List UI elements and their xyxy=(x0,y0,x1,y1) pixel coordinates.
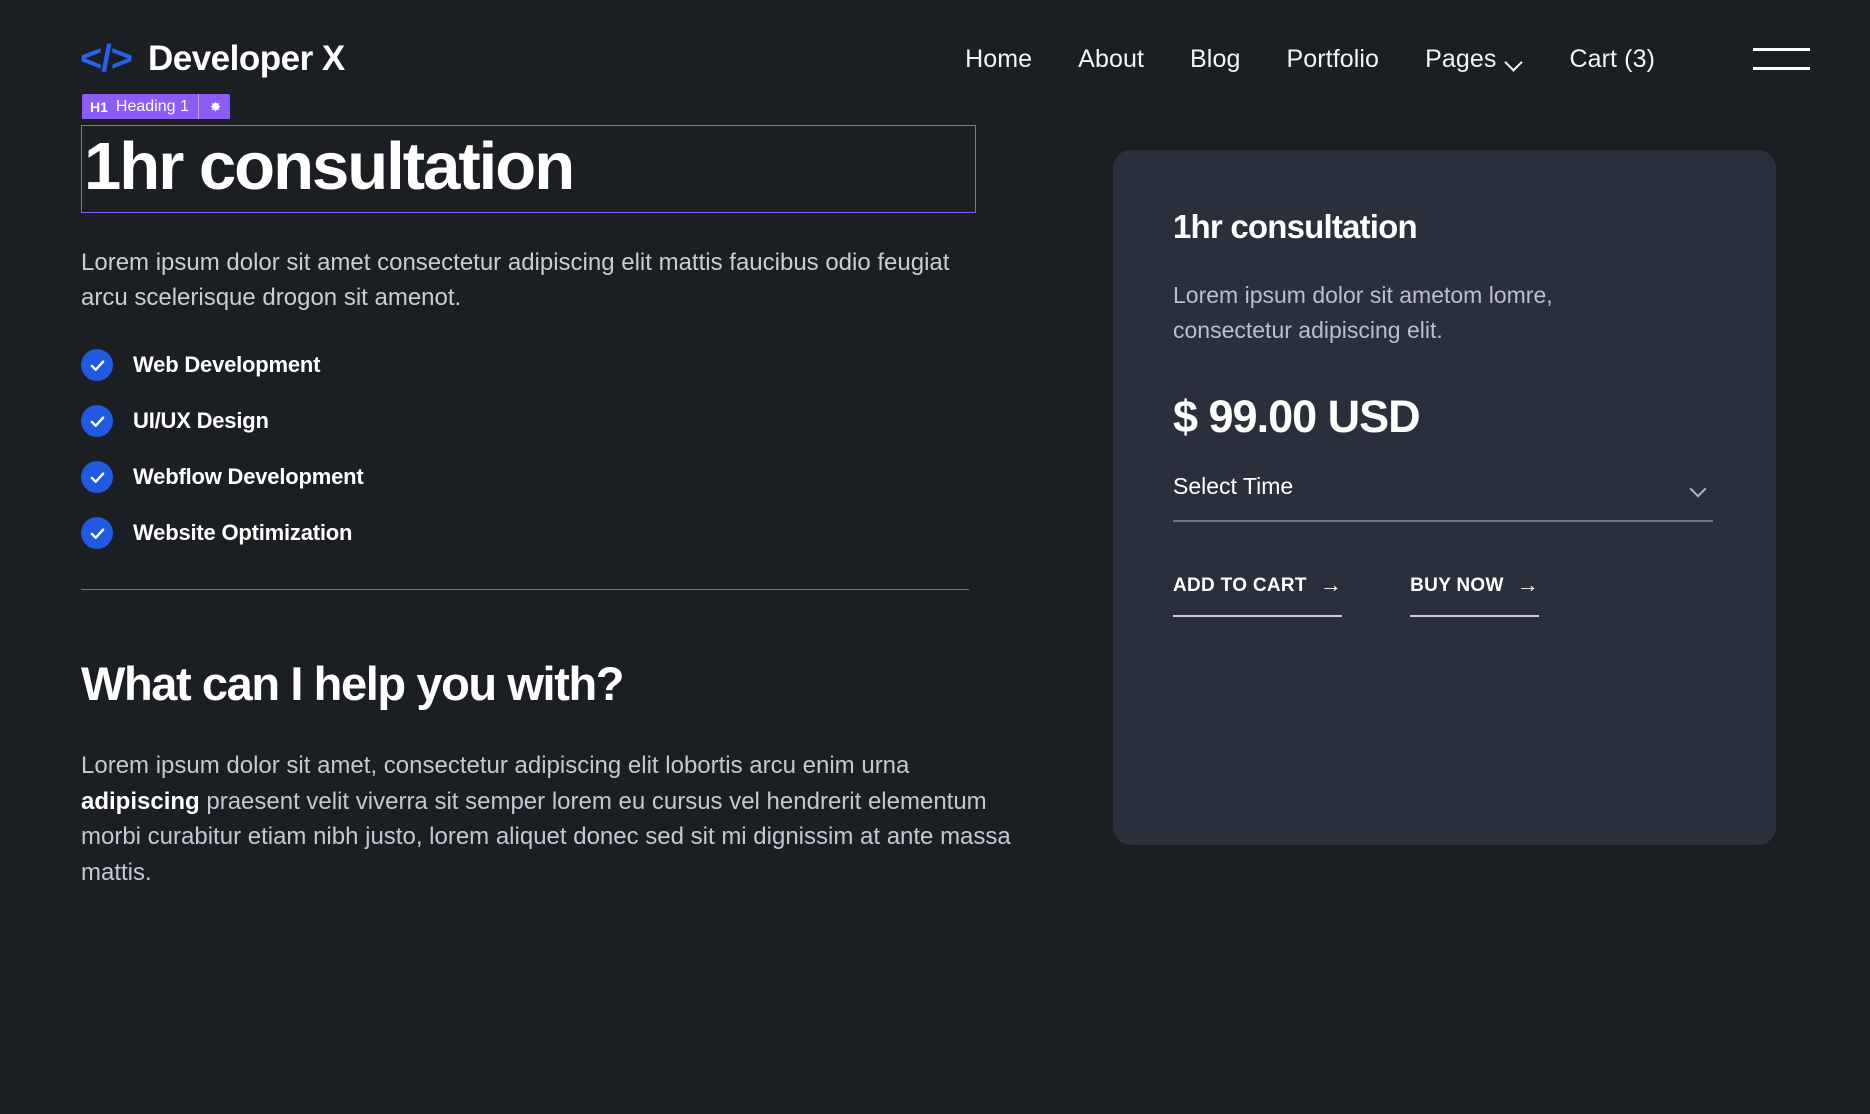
feature-label: Web Development xyxy=(133,352,321,378)
nav-item-about[interactable]: About xyxy=(1078,45,1144,74)
gear-icon[interactable] xyxy=(199,99,230,114)
card-price: $ 99.00 USD xyxy=(1173,391,1421,442)
hero-lead-paragraph: Lorem ipsum dolor sit amet consectetur a… xyxy=(81,249,950,312)
nav-item-portfolio[interactable]: Portfolio xyxy=(1286,45,1379,74)
feature-label: UI/UX Design xyxy=(133,408,269,434)
editor-badge-tag: H1 xyxy=(90,98,108,115)
editor-element-badge[interactable]: H1 Heading 1 xyxy=(82,94,230,119)
feature-label: Website Optimization xyxy=(133,520,353,546)
hero-left-column: H1 Heading 1 1hr consultation Lorem ipsu… xyxy=(81,94,1011,890)
list-item: Webflow Development xyxy=(81,461,976,494)
add-to-cart-button[interactable]: ADD TO CART → xyxy=(1173,572,1343,617)
arrow-right-icon: → xyxy=(1319,572,1343,597)
add-to-cart-label: ADD TO CART xyxy=(1173,575,1307,596)
body-text-bold: adipiscing xyxy=(81,787,200,815)
check-circle-icon xyxy=(81,517,113,550)
body-text-part-1: Lorem ipsum dolor sit amet, consectetur … xyxy=(81,752,910,780)
nav-links: Home About Blog Portfolio Pages Cart (3) xyxy=(965,44,1810,74)
list-item: Website Optimization xyxy=(81,517,976,550)
hamburger-line-2 xyxy=(1753,67,1810,70)
card-actions: ADD TO CART → BUY NOW → xyxy=(1173,572,1716,617)
check-circle-icon xyxy=(81,461,113,494)
nav-item-blog[interactable]: Blog xyxy=(1190,45,1240,74)
nav-item-cart[interactable]: Cart (3) xyxy=(1569,45,1655,74)
feature-label: Webflow Development xyxy=(133,464,364,490)
buy-now-label: BUY NOW xyxy=(1410,575,1504,596)
section-heading: What can I help you with? xyxy=(81,657,624,711)
list-item: Web Development xyxy=(81,349,976,382)
page-root: </> Developer X Home About Blog Portfoli… xyxy=(0,0,1870,1114)
heading-selection-box[interactable]: H1 Heading 1 1hr consultation xyxy=(81,94,976,214)
select-time-value: Select Time xyxy=(1173,473,1294,499)
chevron-down-icon xyxy=(1506,56,1523,66)
chevron-down-icon xyxy=(1691,483,1707,493)
pricing-card: 1hr consultation Lorem ipsum dolor sit a… xyxy=(1113,150,1776,845)
nav-item-pages-label: Pages xyxy=(1425,44,1497,73)
code-brackets-icon: </> xyxy=(80,38,133,80)
page-title: 1hr consultation xyxy=(84,129,575,204)
hamburger-line-1 xyxy=(1753,48,1810,51)
list-item: UI/UX Design xyxy=(81,405,976,438)
feature-list: Web Development UI/UX Design Webflow Dev… xyxy=(81,349,976,550)
brand-name: Developer X xyxy=(147,39,345,78)
section-body-paragraph: Lorem ipsum dolor sit amet, consectetur … xyxy=(81,748,1026,890)
select-time-dropdown[interactable]: Select Time xyxy=(1173,473,1713,522)
hamburger-menu-icon[interactable] xyxy=(1753,44,1810,74)
section-divider xyxy=(81,589,969,591)
check-circle-icon xyxy=(81,405,113,438)
card-description: Lorem ipsum dolor sit ametom lomre, cons… xyxy=(1173,282,1553,343)
nav-item-home[interactable]: Home xyxy=(965,45,1032,74)
check-circle-icon xyxy=(81,349,113,382)
brand-logo[interactable]: </> Developer X xyxy=(80,39,345,79)
card-title: 1hr consultation xyxy=(1173,208,1418,245)
editor-badge-label: Heading 1 xyxy=(115,97,189,115)
body-text-part-2: praesent velit viverra sit semper lorem … xyxy=(81,787,1011,886)
nav-item-pages[interactable]: Pages xyxy=(1425,45,1523,74)
arrow-right-icon: → xyxy=(1516,572,1540,597)
buy-now-button[interactable]: BUY NOW → xyxy=(1410,572,1540,617)
navbar: </> Developer X Home About Blog Portfoli… xyxy=(0,0,1870,118)
